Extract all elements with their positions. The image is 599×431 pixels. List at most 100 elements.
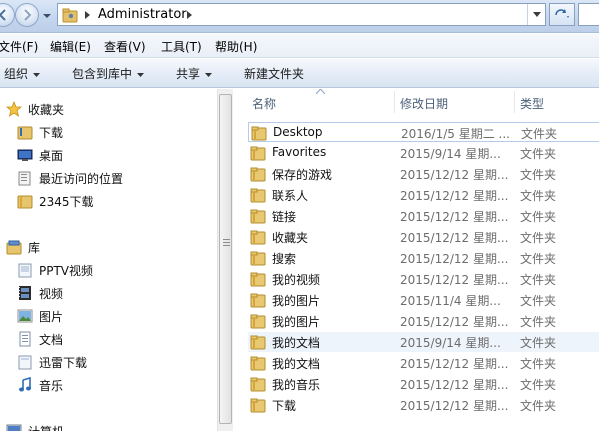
file-row[interactable]: 我的图片 2015/11/4 星期... 文件夹 (248, 290, 599, 310)
chevron-down-icon (533, 12, 541, 17)
address-history-dropdown[interactable] (527, 4, 545, 25)
file-name: 我的图片 (272, 294, 321, 308)
file-row[interactable]: 我的音乐 2015/12/12 星期... 文件夹 (248, 374, 599, 394)
nav-libraries-label: 库 (28, 241, 41, 255)
column-divider[interactable] (394, 91, 395, 113)
file-name: 我的文档 (272, 336, 321, 350)
file-row[interactable]: 我的文档 2015/12/12 星期... 文件夹 (248, 353, 599, 373)
menu-view[interactable]: 查看(V) (104, 38, 146, 55)
desktop-icon (17, 149, 33, 161)
menu-edit[interactable]: 编辑(E) (50, 38, 91, 55)
file-type: 文件夹 (520, 378, 557, 392)
file-row[interactable]: Desktop 2016/1/5 星期二 ... 文件夹 (248, 122, 599, 142)
navigation-pane-scrollbar[interactable] (217, 89, 233, 431)
file-date-modified: 2015/12/12 星期... (400, 378, 509, 392)
refresh-icon (555, 9, 569, 18)
pictures-library-icon (17, 309, 33, 323)
chevron-down-icon (205, 72, 213, 77)
column-header-type[interactable]: 类型 (520, 95, 544, 112)
breadcrumb-separator-icon[interactable] (186, 10, 194, 20)
file-type: 文件夹 (520, 189, 557, 203)
favorites-folder-icon (250, 229, 266, 245)
library-icon (6, 240, 22, 255)
nav-item-label: 视频 (39, 287, 64, 301)
file-row[interactable]: 我的文档 2015/9/14 星期... 文件夹 (248, 332, 599, 352)
back-button[interactable] (0, 3, 15, 27)
file-row[interactable]: 收藏夹 2015/12/12 星期... 文件夹 (248, 227, 599, 247)
scrollbar-thumb[interactable] (219, 94, 232, 424)
menu-tools[interactable]: 工具(T) (161, 38, 202, 55)
music-library-icon (19, 377, 31, 392)
back-arrow-icon (0, 9, 6, 21)
file-name: 链接 (272, 210, 297, 224)
file-date-modified: 2015/12/12 星期... (400, 168, 509, 182)
file-type: 文件夹 (520, 294, 557, 308)
menu-bar: 文件(F) 编辑(E) 查看(V) 工具(T) 帮助(H) (0, 34, 599, 58)
file-row[interactable]: 搜索 2015/12/12 星期... 文件夹 (248, 248, 599, 268)
file-name: 保存的游戏 (272, 168, 333, 182)
file-type: 文件夹 (520, 210, 557, 224)
file-row[interactable]: 我的视频 2015/12/12 星期... 文件夹 (248, 269, 599, 289)
chevron-down-icon (33, 72, 41, 77)
file-row[interactable]: 下载 2015/12/12 星期... 文件夹 (248, 395, 599, 415)
file-row[interactable]: 联系人 2015/12/12 星期... 文件夹 (248, 185, 599, 205)
file-date-modified: 2015/12/12 星期... (400, 315, 509, 329)
file-type: 文件夹 (520, 315, 557, 329)
nav-item-label: 桌面 (39, 149, 64, 163)
file-type: 文件夹 (520, 399, 557, 413)
downloads-folder-icon (250, 397, 266, 413)
music-folder-icon (250, 376, 266, 392)
address-bar[interactable]: Administrator (57, 3, 546, 26)
file-date-modified: 2015/9/14 星期... (400, 147, 501, 161)
saved-games-folder-icon (250, 166, 266, 182)
videos-folder-icon (250, 271, 266, 287)
file-name: 联系人 (272, 189, 309, 203)
star-icon (6, 101, 22, 117)
file-name: Favorites (272, 145, 327, 159)
searches-folder-icon (250, 250, 266, 266)
organize-button[interactable]: 组织 (4, 65, 41, 82)
chevron-down-icon (137, 72, 145, 77)
file-row[interactable]: 保存的游戏 2015/12/12 星期... 文件夹 (248, 164, 599, 184)
file-name: 搜索 (272, 252, 297, 266)
folder-icon (250, 145, 266, 161)
organize-label: 组织 (4, 67, 29, 81)
nav-favorites-label: 收藏夹 (28, 103, 65, 117)
download-folder-icon (17, 126, 33, 140)
breadcrumb-administrator[interactable]: Administrator (98, 7, 187, 22)
file-list: 名称 修改日期 类型 Desktop 2016/1/5 星期二 ... 文件夹 Fav… (234, 89, 599, 431)
menu-file[interactable]: 文件(F) (0, 38, 38, 55)
pictures-folder-icon (250, 292, 266, 308)
file-row[interactable]: Favorites 2015/9/14 星期... 文件夹 (248, 143, 599, 163)
file-name: 我的文档 (272, 357, 321, 371)
file-name: 我的音乐 (272, 378, 321, 392)
column-header-date-modified[interactable]: 修改日期 (400, 95, 448, 112)
file-date-modified: 2015/12/12 星期... (400, 231, 509, 245)
search-input[interactable] (578, 3, 599, 26)
file-name: 收藏夹 (272, 231, 309, 245)
scrollbar-grip-icon (223, 239, 230, 247)
pictures-folder-icon (250, 313, 266, 329)
recent-pages-dropdown[interactable] (42, 10, 52, 22)
breadcrumb-separator-icon[interactable] (84, 10, 92, 20)
desktop-folder-icon (251, 125, 267, 141)
video-library-icon (19, 286, 31, 300)
column-header-name[interactable]: 名称 (252, 95, 276, 112)
nav-computer-label: 计算机 (28, 423, 64, 431)
command-toolbar: 组织 包含到库中 共享 新建文件夹 (0, 59, 599, 88)
sort-ascending-icon (316, 89, 325, 94)
new-folder-button[interactable]: 新建文件夹 (244, 65, 304, 82)
computer-icon (6, 424, 22, 431)
contacts-folder-icon (250, 187, 266, 203)
file-row[interactable]: 我的图片 2015/12/12 星期... 文件夹 (248, 311, 599, 331)
file-date-modified: 2015/12/12 星期... (400, 399, 509, 413)
forward-button[interactable] (15, 3, 39, 27)
user-folder-icon (62, 8, 78, 23)
refresh-button[interactable] (549, 3, 575, 26)
share-button[interactable]: 共享 (176, 65, 213, 82)
file-row[interactable]: 链接 2015/12/12 星期... 文件夹 (248, 206, 599, 226)
column-divider[interactable] (514, 91, 515, 113)
file-name: 我的视频 (272, 273, 321, 287)
menu-help[interactable]: 帮助(H) (215, 38, 257, 55)
include-in-library-button[interactable]: 包含到库中 (72, 65, 145, 82)
